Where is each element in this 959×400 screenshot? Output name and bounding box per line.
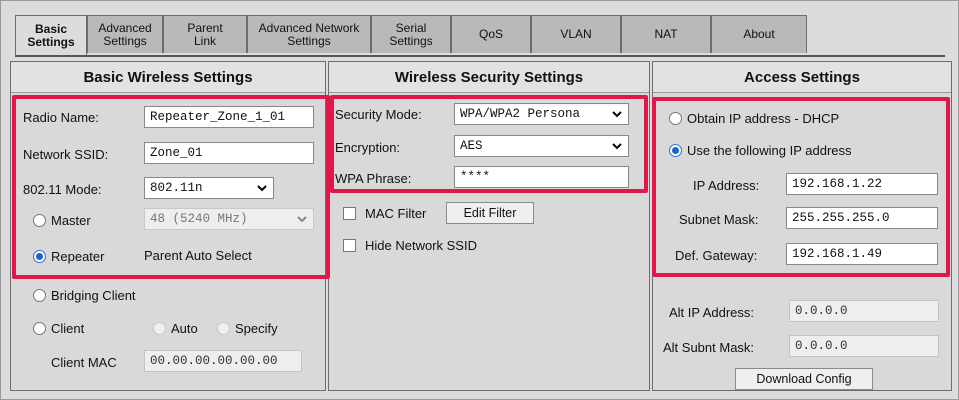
radio-name-label: Radio Name:	[23, 110, 99, 125]
ip-address-label: IP Address:	[693, 178, 760, 193]
master-radio[interactable]	[33, 214, 46, 227]
tab-basic-settings[interactable]: Basic Settings	[15, 15, 87, 55]
chevron-down-icon	[612, 111, 622, 118]
client-auto-radio[interactable]	[153, 322, 166, 335]
subnet-mask-input[interactable]: 255.255.255.0	[786, 207, 938, 229]
chevron-down-icon	[297, 216, 307, 223]
client-label: Client	[51, 321, 85, 336]
security-mode-select[interactable]: WPA/WPA2 Persona	[454, 103, 629, 125]
alt-mask-label: Alt Subnt Mask:	[663, 340, 755, 355]
client-specify-radio[interactable]	[217, 322, 230, 335]
basic-wireless-title: Basic Wireless Settings	[11, 62, 325, 93]
tab-advanced-network-settings[interactable]: Advanced Network Settings	[247, 15, 371, 53]
tab-bar: Basic Settings Advanced Settings Parent …	[15, 15, 945, 55]
security-mode-label: Security Mode:	[335, 107, 422, 122]
chevron-down-icon	[612, 143, 622, 150]
parent-auto-select-text: Parent Auto Select	[144, 248, 252, 263]
access-settings-title: Access Settings	[653, 62, 951, 93]
mode-select[interactable]: 802.11n	[144, 177, 274, 199]
mac-filter-checkbox[interactable]	[343, 207, 356, 220]
ip-address-input[interactable]: 192.168.1.22	[786, 173, 938, 195]
client-auto-label: Auto	[171, 321, 198, 336]
mode-value: 802.11n	[150, 181, 203, 195]
wpa-phrase-label: WPA Phrase:	[335, 171, 412, 186]
repeater-label: Repeater	[51, 249, 105, 264]
alt-ip-label: Alt IP Address:	[669, 305, 755, 320]
wireless-security-panel: Wireless Security Settings Security Mode…	[328, 61, 650, 391]
tab-parent-link[interactable]: Parent Link	[163, 15, 247, 53]
mac-filter-label: MAC Filter	[365, 206, 427, 221]
basic-wireless-panel: Basic Wireless Settings Radio Name: Repe…	[10, 61, 326, 391]
subnet-mask-label: Subnet Mask:	[679, 212, 759, 227]
ssid-input[interactable]: Zone_01	[144, 142, 314, 164]
wireless-security-title: Wireless Security Settings	[329, 62, 649, 93]
tab-nat[interactable]: NAT	[621, 15, 711, 53]
client-mac-label: Client MAC	[51, 355, 117, 370]
master-channel-select[interactable]: 48 (5240 MHz)	[144, 208, 314, 230]
dhcp-label: Obtain IP address - DHCP	[687, 111, 840, 126]
edit-filter-button[interactable]: Edit Filter	[446, 202, 534, 224]
encryption-label: Encryption:	[335, 140, 401, 155]
radio-name-input[interactable]: Repeater_Zone_1_01	[144, 106, 314, 128]
client-specify-label: Specify	[235, 321, 278, 336]
hide-ssid-checkbox[interactable]	[343, 239, 356, 252]
tab-advanced-settings[interactable]: Advanced Settings	[87, 15, 163, 53]
bridging-client-label: Bridging Client	[51, 288, 136, 303]
encryption-select[interactable]: AES	[454, 135, 629, 157]
gateway-input[interactable]: 192.168.1.49	[786, 243, 938, 265]
client-mac-input[interactable]: 00.00.00.00.00.00	[144, 350, 302, 372]
repeater-radio[interactable]	[33, 250, 46, 263]
master-channel-value: 48 (5240 MHz)	[150, 212, 248, 226]
chevron-down-icon	[257, 185, 267, 192]
security-mode-value: WPA/WPA2 Persona	[460, 107, 581, 121]
settings-window: Basic Settings Advanced Settings Parent …	[0, 0, 959, 400]
tab-qos[interactable]: QoS	[451, 15, 531, 53]
static-ip-radio[interactable]	[669, 144, 682, 157]
alt-mask-input[interactable]: 0.0.0.0	[789, 335, 939, 357]
hide-ssid-label: Hide Network SSID	[365, 238, 477, 253]
alt-ip-input[interactable]: 0.0.0.0	[789, 300, 939, 322]
access-settings-panel: Access Settings Obtain IP address - DHCP…	[652, 61, 952, 391]
tab-divider	[15, 55, 945, 57]
bridging-client-radio[interactable]	[33, 289, 46, 302]
static-ip-label: Use the following IP address	[687, 143, 852, 158]
tab-about[interactable]: About	[711, 15, 807, 53]
ssid-label: Network SSID:	[23, 147, 109, 162]
dhcp-radio[interactable]	[669, 112, 682, 125]
master-label: Master	[51, 213, 91, 228]
tab-vlan[interactable]: VLAN	[531, 15, 621, 53]
tab-serial-settings[interactable]: Serial Settings	[371, 15, 451, 53]
gateway-label: Def. Gateway:	[675, 248, 758, 263]
client-radio[interactable]	[33, 322, 46, 335]
mode-label: 802.11 Mode:	[23, 182, 102, 197]
wpa-phrase-input[interactable]: ****	[454, 166, 629, 188]
encryption-value: AES	[460, 139, 483, 153]
download-config-button[interactable]: Download Config	[735, 368, 873, 390]
